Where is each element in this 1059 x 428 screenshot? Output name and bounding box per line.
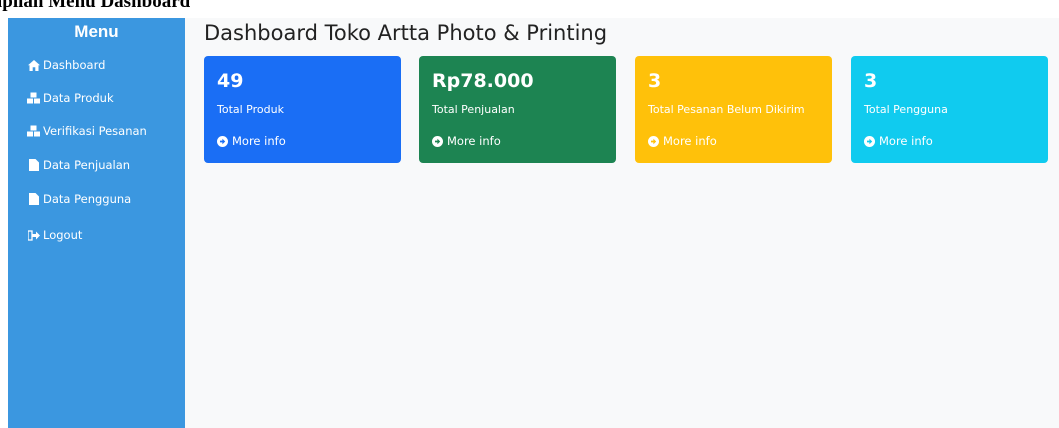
document-caption: Tampilan Menu Dashboard bbox=[0, 0, 191, 12]
sidebar-item-label: Data Pengguna bbox=[43, 192, 132, 206]
card-label: Total Pengguna bbox=[864, 103, 948, 116]
more-info-label: More info bbox=[879, 134, 933, 148]
card-total-pengguna: 3 Total Pengguna More info bbox=[851, 56, 1048, 163]
sidebar-item-label: Data Produk bbox=[43, 91, 114, 105]
sidebar: Menu Dashboard Data Produk Verifikasi Pe… bbox=[8, 18, 185, 428]
arrow-circle-right-icon bbox=[432, 135, 443, 147]
card-value: Rp78.000 bbox=[432, 70, 534, 92]
sidebar-item-label: Dashboard bbox=[43, 58, 106, 72]
cubes-icon bbox=[27, 125, 40, 137]
sidebar-item-data-pengguna[interactable]: Data Pengguna bbox=[27, 189, 131, 209]
sidebar-title: Menu bbox=[74, 22, 119, 41]
sidebar-item-verifikasi-pesanan[interactable]: Verifikasi Pesanan bbox=[27, 121, 147, 141]
more-info-link[interactable]: More info bbox=[432, 134, 501, 148]
page: Tampilan Menu Dashboard Menu Dashboard D… bbox=[0, 0, 1059, 428]
more-info-label: More info bbox=[447, 134, 501, 148]
card-label: Total Penjualan bbox=[432, 103, 515, 116]
page-title: Dashboard Toko Artta Photo & Printing bbox=[204, 21, 608, 45]
arrow-circle-right-icon bbox=[648, 135, 659, 147]
card-label: Total Pesanan Belum Dikirim bbox=[648, 103, 805, 116]
card-total-penjualan: Rp78.000 Total Penjualan More info bbox=[419, 56, 616, 163]
more-info-link[interactable]: More info bbox=[648, 134, 717, 148]
card-value: 3 bbox=[648, 70, 662, 92]
cubes-icon bbox=[27, 92, 40, 104]
card-value: 49 bbox=[217, 70, 244, 92]
sidebar-item-label: Verifikasi Pesanan bbox=[43, 124, 147, 138]
main-content: Dashboard Toko Artta Photo & Printing 49… bbox=[185, 18, 1059, 428]
card-total-produk: 49 Total Produk More info bbox=[204, 56, 401, 163]
arrow-circle-right-icon bbox=[864, 135, 875, 147]
sidebar-item-logout[interactable]: Logout bbox=[27, 225, 82, 245]
more-info-link[interactable]: More info bbox=[864, 134, 933, 148]
more-info-label: More info bbox=[663, 134, 717, 148]
more-info-label: More info bbox=[232, 134, 286, 148]
file-icon bbox=[27, 193, 40, 205]
card-label: Total Produk bbox=[217, 103, 284, 116]
arrow-circle-right-icon bbox=[217, 135, 228, 147]
sign-out-icon bbox=[27, 229, 40, 241]
file-icon bbox=[27, 159, 40, 171]
sidebar-item-dashboard[interactable]: Dashboard bbox=[27, 55, 105, 75]
sidebar-item-label: Logout bbox=[43, 228, 83, 242]
sidebar-item-data-produk[interactable]: Data Produk bbox=[27, 88, 114, 108]
sidebar-item-data-penjualan[interactable]: Data Penjualan bbox=[27, 155, 130, 175]
more-info-link[interactable]: More info bbox=[217, 134, 286, 148]
card-total-pesanan-belum-dikirim: 3 Total Pesanan Belum Dikirim More info bbox=[635, 56, 832, 163]
home-icon bbox=[27, 59, 40, 71]
card-value: 3 bbox=[864, 70, 878, 92]
sidebar-item-label: Data Penjualan bbox=[43, 158, 131, 172]
